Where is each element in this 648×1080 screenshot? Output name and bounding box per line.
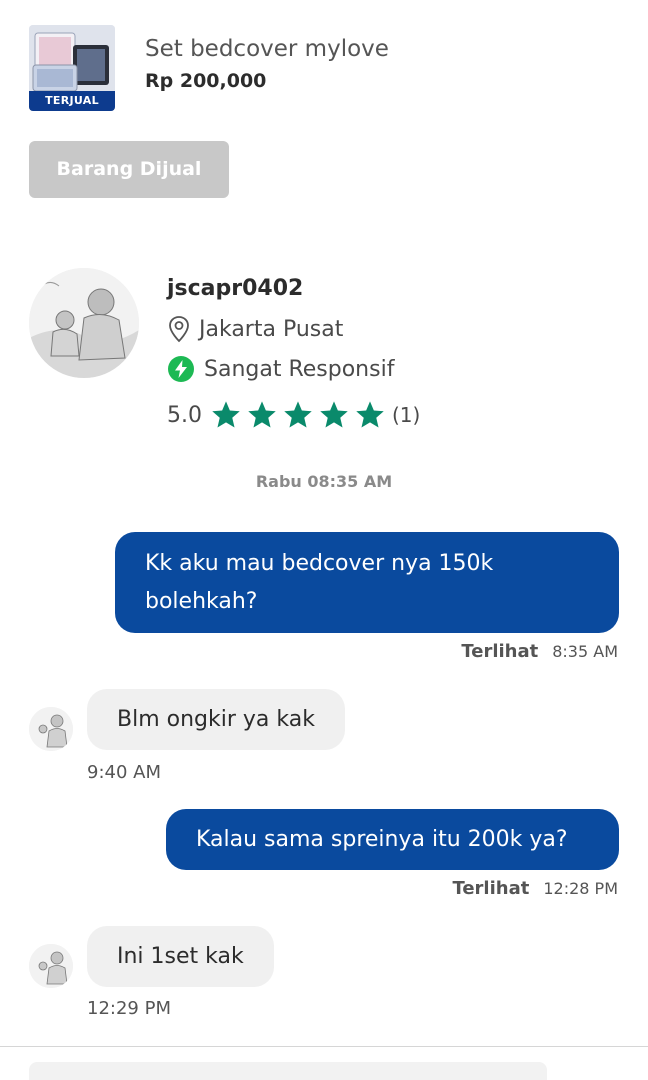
- star-icon: [356, 401, 384, 428]
- rating-stars: [210, 399, 390, 431]
- location-pin-icon: [169, 316, 189, 343]
- chat-date-divider: Rabu 08:35 AM: [255, 472, 393, 491]
- seller-location: Jakarta Pusat: [199, 316, 344, 342]
- product-title[interactable]: Set bedcover mylove: [145, 36, 389, 62]
- message-status: Terlihat 8:35 AM: [461, 641, 618, 662]
- review-count: (1): [392, 403, 421, 427]
- sender-avatar[interactable]: [29, 944, 73, 988]
- message-text-line: Kk aku mau bedcover nya 150k: [145, 551, 494, 576]
- message-time: 12:29 PM: [87, 998, 171, 1019]
- lightning-bolt-icon: [168, 356, 194, 382]
- sold-badge: TERJUAL: [29, 91, 115, 111]
- star-icon: [212, 401, 240, 428]
- sold-status-button[interactable]: Barang Dijual: [29, 141, 229, 198]
- avatar-photo-icon: [29, 268, 139, 378]
- rating-value: 5.0: [167, 402, 202, 428]
- seller-avatar[interactable]: [29, 268, 139, 378]
- composer-divider: [0, 1046, 648, 1047]
- seller-location-row: Jakarta Pusat: [167, 314, 343, 344]
- seller-responsiveness: Sangat Responsif: [204, 356, 395, 382]
- product-thumbnail[interactable]: TERJUAL: [29, 25, 115, 111]
- message-text-line: bolehkah?: [145, 589, 258, 614]
- outgoing-message[interactable]: Kk aku mau bedcover nya 150k bolehkah?: [115, 532, 619, 633]
- outgoing-message[interactable]: Kalau sama spreinya itu 200k ya?: [166, 809, 619, 870]
- seller-rating-row[interactable]: 5.0 (1): [167, 398, 420, 432]
- incoming-message[interactable]: Blm ongkir ya kak: [87, 689, 345, 750]
- incoming-message[interactable]: Ini 1set kak: [87, 926, 274, 987]
- avatar-photo-icon: [29, 944, 73, 988]
- star-icon: [320, 401, 348, 428]
- product-price: Rp 200,000: [145, 70, 267, 92]
- message-input[interactable]: [29, 1062, 547, 1080]
- seller-username[interactable]: jscapr0402: [167, 276, 303, 301]
- seen-status: Terlihat: [461, 641, 539, 662]
- chat-screen: TERJUAL Set bedcover mylove Rp 200,000 B…: [0, 0, 648, 1080]
- avatar-photo-icon: [29, 707, 73, 751]
- seen-status: Terlihat: [452, 878, 530, 899]
- message-time: 12:28 PM: [543, 879, 618, 898]
- seller-response-row: Sangat Responsif: [167, 354, 394, 384]
- message-time: 9:40 AM: [87, 762, 161, 783]
- message-time: 8:35 AM: [552, 642, 618, 661]
- star-icon: [284, 401, 312, 428]
- star-icon: [248, 401, 276, 428]
- sender-avatar[interactable]: [29, 707, 73, 751]
- message-status: Terlihat 12:28 PM: [452, 878, 618, 899]
